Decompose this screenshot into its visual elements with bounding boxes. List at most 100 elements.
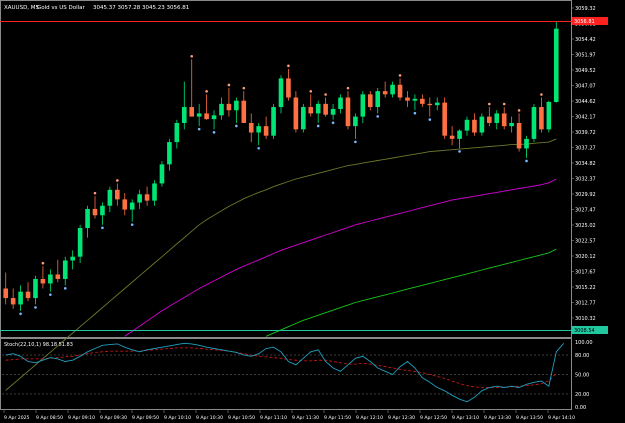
candle-bull bbox=[137, 194, 142, 203]
candle-bear bbox=[442, 102, 447, 136]
candle-bull bbox=[33, 278, 38, 299]
fractal-up-marker bbox=[398, 74, 402, 77]
candle-bear bbox=[367, 94, 373, 108]
candle-bear bbox=[248, 122, 254, 133]
fractal-down-marker bbox=[428, 118, 432, 121]
price-tick-label: 3020.12 bbox=[575, 254, 596, 260]
candle-bear bbox=[204, 113, 209, 120]
time-tick-label: 9 Apr 13:30 bbox=[484, 415, 511, 421]
time-tick-label: 9 Apr 09:50 bbox=[132, 415, 159, 421]
fractal-down-marker bbox=[331, 121, 335, 125]
candle-bear bbox=[405, 97, 410, 101]
candle-bear bbox=[449, 135, 455, 139]
candle-bear bbox=[189, 107, 195, 117]
candle-bear bbox=[115, 189, 120, 200]
price-tick-label: 3037.27 bbox=[575, 146, 596, 152]
fractal-up-marker bbox=[324, 93, 327, 96]
candle-bull bbox=[196, 113, 202, 117]
price-tick-label: 3051.97 bbox=[575, 53, 596, 59]
candle-bear bbox=[144, 194, 150, 201]
fractal-down-marker bbox=[63, 287, 67, 290]
candle-bull bbox=[107, 189, 113, 206]
candle-bull bbox=[77, 228, 83, 257]
stoch-label: Stoch(22,10,1) 98.18 51.83 bbox=[4, 342, 73, 348]
fractal-down-marker bbox=[49, 293, 52, 296]
candle-bear bbox=[382, 91, 388, 95]
stoch-level-label: 20.00 bbox=[575, 392, 589, 398]
candle-bear bbox=[487, 116, 492, 123]
fractal-up-marker bbox=[227, 83, 231, 87]
time-tick-label: 9 Apr 12:10 bbox=[356, 415, 383, 421]
candle-bull bbox=[479, 116, 485, 133]
time-tick-label: 9 Apr 10:30 bbox=[196, 415, 223, 421]
candle-bear bbox=[241, 100, 247, 123]
candle-bull bbox=[390, 84, 395, 95]
candle-bear bbox=[10, 298, 16, 305]
candle-bull bbox=[338, 97, 343, 109]
trading-chart[interactable]: XAUUSD, M5 Gold vs US Dollar 3045.37 305… bbox=[0, 0, 625, 423]
fractal-up-marker bbox=[190, 55, 194, 58]
fractal-up-marker bbox=[205, 90, 208, 93]
fractal-up-marker bbox=[93, 191, 97, 195]
time-tick-label: 9 Apr 2025 bbox=[4, 415, 30, 421]
chart-canvas[interactable]: XAUUSD, M5 Gold vs US Dollar 3045.37 305… bbox=[0, 0, 625, 423]
fractal-up-marker bbox=[540, 93, 543, 96]
candle-bull bbox=[509, 122, 514, 127]
candle-bear bbox=[293, 97, 299, 130]
candle-bull bbox=[531, 107, 537, 139]
candle-bear bbox=[122, 199, 128, 210]
candle-bull bbox=[271, 107, 276, 136]
time-tick-label: 9 Apr 12:30 bbox=[388, 415, 415, 421]
price-tick-label: 3017.67 bbox=[575, 270, 596, 276]
price-axis[interactable]: 3059.32 3056.81 3054.42 3051.97 3049.52 3047.… bbox=[571, 6, 596, 322]
candle-bear bbox=[539, 107, 544, 130]
stoch-level-label: 80.00 bbox=[575, 353, 589, 359]
price-tick-label: 3032.37 bbox=[575, 177, 596, 183]
price-tick-label: 3044.62 bbox=[575, 99, 596, 105]
fractal-down-marker bbox=[413, 111, 417, 115]
fractal-down-marker bbox=[376, 115, 380, 118]
candle-bull bbox=[167, 142, 172, 165]
fractal-down-marker bbox=[19, 312, 22, 316]
candle-bear bbox=[40, 278, 46, 284]
price-tick-label: 3010.32 bbox=[575, 316, 596, 322]
price-tick-label: 3059.32 bbox=[575, 6, 596, 12]
fractal-down-marker bbox=[101, 226, 104, 230]
time-tick-label: 9 Apr 09:30 bbox=[100, 415, 127, 421]
fractal-up-marker bbox=[346, 86, 350, 90]
price-tick-label: 3039.72 bbox=[575, 130, 596, 136]
lower-price-tag-label: 3008.54 bbox=[574, 328, 595, 334]
candle-bull bbox=[234, 100, 239, 111]
candle-bull bbox=[434, 102, 440, 106]
candle-bull bbox=[353, 116, 358, 127]
candle-bull bbox=[219, 103, 224, 116]
candle-bear bbox=[420, 98, 425, 104]
candle-bull bbox=[100, 205, 105, 216]
price-tick-label: 3025.02 bbox=[575, 223, 596, 229]
candle-bull bbox=[152, 183, 157, 201]
candle-bear bbox=[226, 103, 232, 111]
time-tick-label: 9 Apr 13:50 bbox=[516, 415, 543, 421]
fractal-down-marker bbox=[354, 140, 357, 144]
fractal-up-marker bbox=[502, 102, 506, 106]
candle-bear bbox=[397, 84, 403, 98]
candle-bull bbox=[494, 113, 500, 123]
fractal-up-marker bbox=[517, 109, 521, 112]
fractal-up-marker bbox=[116, 179, 119, 182]
candle-bear bbox=[55, 274, 61, 279]
time-tick-label: 9 Apr 13:10 bbox=[452, 415, 479, 421]
candle-bull bbox=[278, 78, 284, 108]
candle-bull bbox=[315, 103, 321, 114]
time-tick-label: 9 Apr 10:10 bbox=[164, 415, 191, 421]
candle-bull bbox=[464, 119, 470, 131]
candle-bear bbox=[92, 208, 98, 216]
candle-bear bbox=[501, 113, 507, 127]
time-tick-label: 9 Apr 10:50 bbox=[228, 415, 255, 421]
time-tick-label: 9 Apr 11:50 bbox=[324, 415, 351, 421]
candle-bear bbox=[516, 122, 522, 149]
candle-bear bbox=[323, 103, 328, 115]
candle-bear bbox=[286, 78, 291, 98]
candle-bull bbox=[18, 291, 23, 305]
fractal-down-marker bbox=[458, 150, 461, 153]
candle-bull bbox=[174, 122, 180, 143]
